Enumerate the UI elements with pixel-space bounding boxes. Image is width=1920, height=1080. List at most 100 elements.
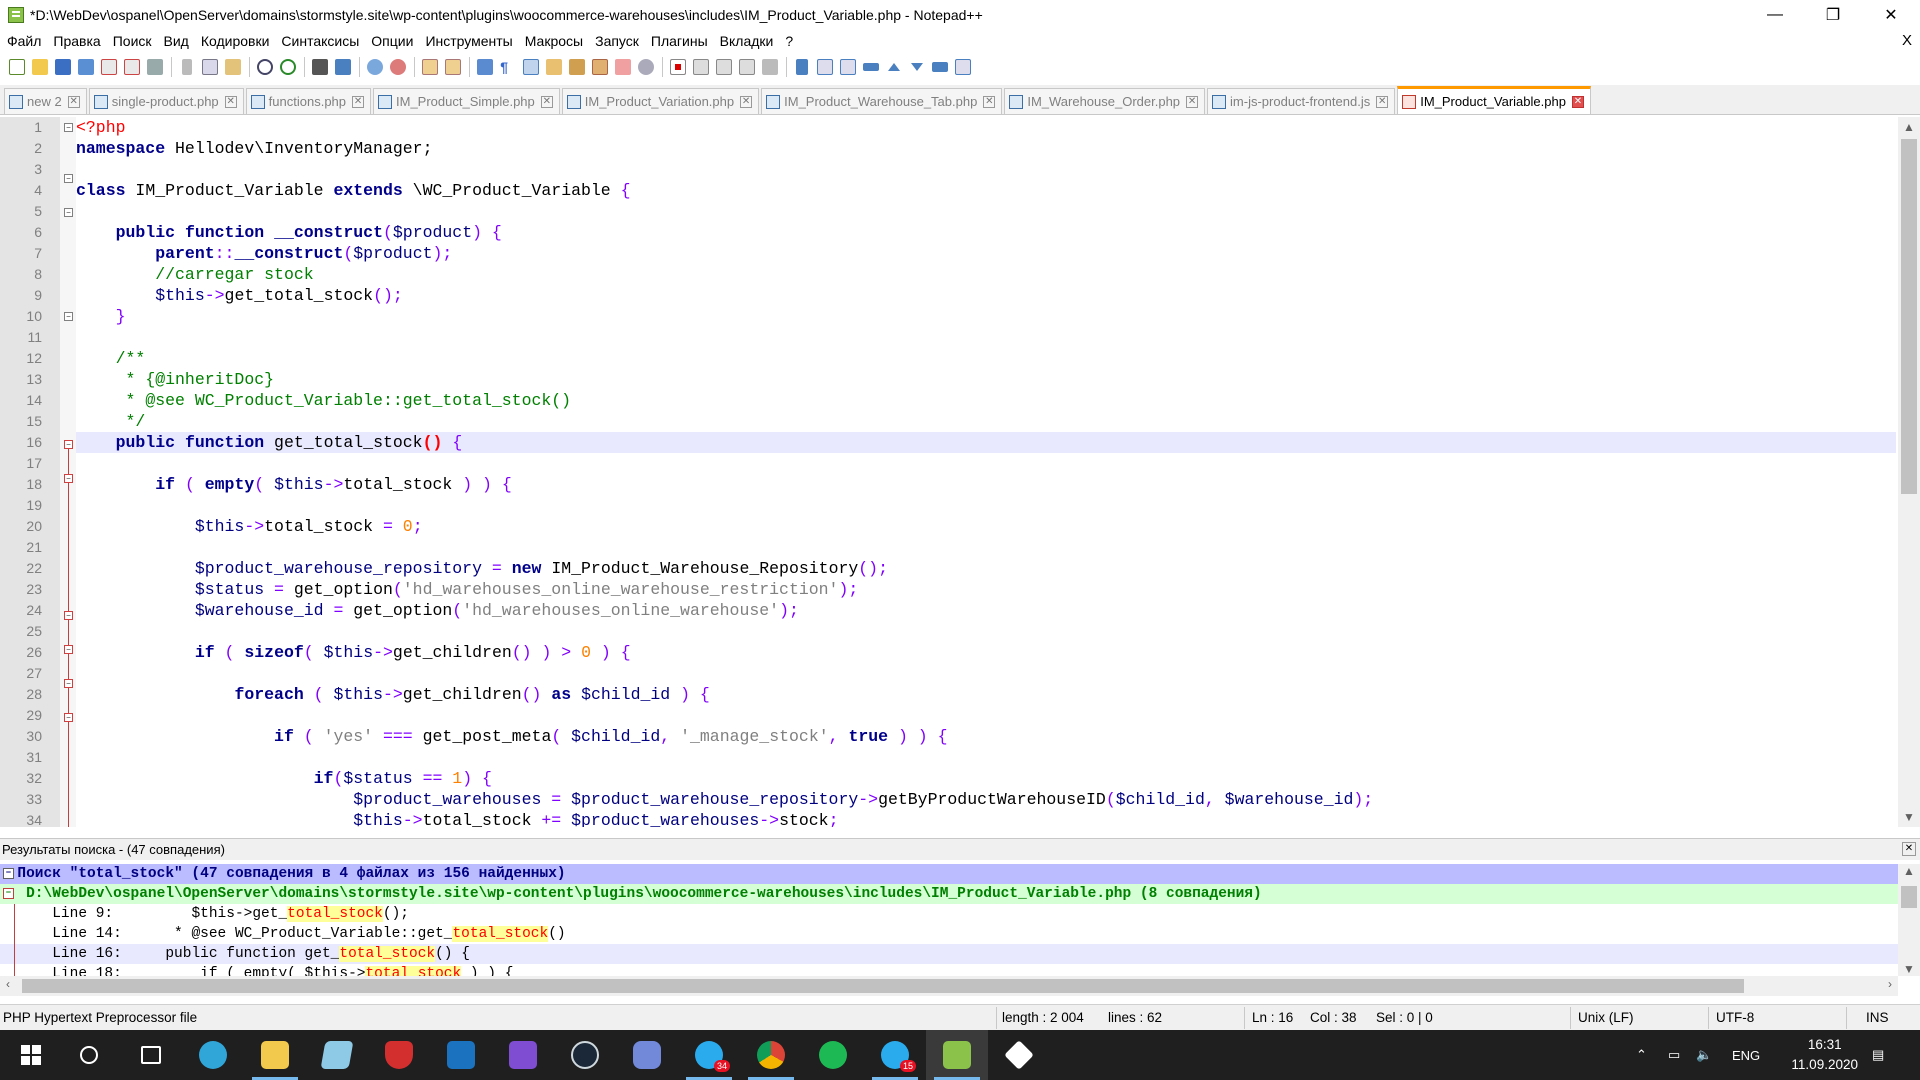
notepad-icon[interactable] bbox=[306, 1030, 368, 1080]
line-number[interactable]: 2 bbox=[0, 138, 42, 159]
line-number[interactable]: 11 bbox=[0, 327, 42, 348]
line-number[interactable]: 27 bbox=[0, 663, 42, 684]
telegram-icon[interactable]: 34 bbox=[678, 1030, 740, 1080]
plugin-4-icon[interactable] bbox=[860, 56, 882, 78]
search-hit-row[interactable]: Line 9: $this->get_total_stock(); bbox=[0, 904, 1898, 924]
fold-toggle[interactable]: − bbox=[64, 123, 73, 132]
play-macro-icon[interactable] bbox=[713, 56, 735, 78]
paste-icon[interactable] bbox=[222, 56, 244, 78]
discord-icon[interactable] bbox=[616, 1030, 678, 1080]
scroll-left-icon[interactable]: ‹ bbox=[6, 977, 10, 991]
tab-im-js-product-frontend[interactable]: im-js-product-frontend.js ✕ bbox=[1207, 88, 1396, 114]
line-number[interactable]: 14 bbox=[0, 390, 42, 411]
menu-language[interactable]: Синтаксисы bbox=[275, 33, 365, 49]
tab-im-product-variation[interactable]: IM_Product_Variation.php ✕ bbox=[561, 88, 760, 114]
fold-toggle[interactable]: − bbox=[64, 440, 73, 449]
plugin-1-icon[interactable] bbox=[791, 56, 813, 78]
affinity-designer-icon[interactable] bbox=[430, 1030, 492, 1080]
zoom-in-icon[interactable] bbox=[364, 56, 386, 78]
line-number[interactable]: 1 bbox=[0, 117, 42, 138]
scroll-down-icon[interactable]: ▼ bbox=[1898, 962, 1920, 976]
save-macro-icon[interactable] bbox=[759, 56, 781, 78]
line-number[interactable]: 30 bbox=[0, 726, 42, 747]
cut-icon[interactable] bbox=[176, 56, 198, 78]
taskbar-clock[interactable]: 16:31 11.09.2020 bbox=[1791, 1035, 1858, 1075]
print-icon[interactable] bbox=[144, 56, 166, 78]
search-hit-row[interactable]: Line 14: * @see WC_Product_Variable::get… bbox=[0, 924, 1898, 944]
menu-settings[interactable]: Опции bbox=[365, 33, 419, 49]
search-hit-row[interactable]: Line 18: if ( empty( $this->total_stock … bbox=[0, 964, 1898, 976]
down-icon[interactable] bbox=[906, 56, 928, 78]
find-icon[interactable] bbox=[309, 56, 331, 78]
line-number[interactable]: 24 bbox=[0, 600, 42, 621]
menu-plugins[interactable]: Плагины bbox=[645, 33, 714, 49]
telegram-2-icon[interactable]: 15 bbox=[864, 1030, 926, 1080]
line-number[interactable]: 17 bbox=[0, 453, 42, 474]
sync-v-icon[interactable] bbox=[419, 56, 441, 78]
line-number[interactable]: 32 bbox=[0, 768, 42, 789]
line-number[interactable]: 7 bbox=[0, 243, 42, 264]
save-icon[interactable] bbox=[52, 56, 74, 78]
stop-macro-icon[interactable] bbox=[690, 56, 712, 78]
results-vertical-scrollbar[interactable]: ▲ ▼ bbox=[1898, 864, 1920, 976]
collapse-icon[interactable]: − bbox=[3, 868, 14, 879]
steam-icon[interactable] bbox=[554, 1030, 616, 1080]
copy-icon[interactable] bbox=[199, 56, 221, 78]
volume-icon[interactable]: 🔈 bbox=[1696, 1030, 1712, 1080]
tab-im-product-warehouse-tab[interactable]: IM_Product_Warehouse_Tab.php ✕ bbox=[761, 88, 1003, 114]
tab-functions[interactable]: functions.php ✕ bbox=[245, 88, 372, 114]
line-number[interactable]: 20 bbox=[0, 516, 42, 537]
menu-tools[interactable]: Инструменты bbox=[419, 33, 518, 49]
line-number[interactable]: 10 bbox=[0, 306, 42, 327]
plugin-3-icon[interactable] bbox=[837, 56, 859, 78]
tab-close-icon[interactable]: ✕ bbox=[540, 95, 553, 108]
task-view-icon[interactable] bbox=[120, 1030, 182, 1080]
line-number[interactable]: 19 bbox=[0, 495, 42, 516]
zoom-out-icon[interactable] bbox=[387, 56, 409, 78]
fold-toggle[interactable]: − bbox=[64, 474, 73, 483]
indent-guide-icon[interactable] bbox=[520, 56, 542, 78]
line-number[interactable]: 4 bbox=[0, 180, 42, 201]
plugin-eye-icon[interactable] bbox=[635, 56, 657, 78]
line-number[interactable]: 22 bbox=[0, 558, 42, 579]
vpn-shield-icon[interactable] bbox=[368, 1030, 430, 1080]
line-number[interactable]: 28 bbox=[0, 684, 42, 705]
up-icon[interactable] bbox=[883, 56, 905, 78]
open-file-icon[interactable] bbox=[29, 56, 51, 78]
input-language[interactable]: ENG bbox=[1732, 1030, 1760, 1080]
menu-encoding[interactable]: Кодировки bbox=[195, 33, 276, 49]
fold-toggle[interactable]: − bbox=[64, 679, 73, 688]
code-editor-taskbar-icon[interactable] bbox=[988, 1030, 1050, 1080]
chrome-icon[interactable] bbox=[740, 1030, 802, 1080]
line-number[interactable]: 34 bbox=[0, 810, 42, 831]
line-number[interactable]: 8 bbox=[0, 264, 42, 285]
undo-icon[interactable] bbox=[254, 56, 276, 78]
plugin-5-icon[interactable] bbox=[929, 56, 951, 78]
edge-icon[interactable] bbox=[182, 1030, 244, 1080]
tab-single-product[interactable]: single-product.php ✕ bbox=[88, 88, 244, 114]
notepadpp-taskbar-icon[interactable] bbox=[926, 1030, 988, 1080]
line-number[interactable]: 25 bbox=[0, 621, 42, 642]
status-insert-mode[interactable]: INS bbox=[1866, 1010, 1889, 1025]
line-number[interactable]: 29 bbox=[0, 705, 42, 726]
scroll-right-icon[interactable]: › bbox=[1888, 977, 1892, 991]
scroll-up-icon[interactable]: ▲ bbox=[1898, 117, 1920, 137]
menu-file[interactable]: Файл bbox=[0, 33, 47, 49]
show-all-chars-icon[interactable]: ¶ bbox=[497, 56, 519, 78]
menu-view[interactable]: Вид bbox=[158, 33, 195, 49]
scrollbar-thumb[interactable] bbox=[1901, 139, 1917, 494]
line-number[interactable]: 3 bbox=[0, 159, 42, 180]
fold-toggle[interactable]: − bbox=[64, 611, 73, 620]
tab-close-icon[interactable]: ✕ bbox=[1376, 95, 1389, 108]
function-list-icon[interactable] bbox=[566, 56, 588, 78]
network-icon[interactable]: ▭ bbox=[1668, 1030, 1680, 1080]
fold-toggle[interactable]: − bbox=[64, 174, 73, 183]
sync-h-icon[interactable] bbox=[442, 56, 464, 78]
minimize-button[interactable]: — bbox=[1746, 0, 1804, 29]
tab-close-icon[interactable]: ✕ bbox=[1186, 95, 1199, 108]
doc-map-icon[interactable] bbox=[543, 56, 565, 78]
fold-toggle[interactable]: − bbox=[64, 208, 73, 217]
scroll-down-icon[interactable]: ▼ bbox=[1898, 807, 1920, 827]
collapse-icon[interactable]: − bbox=[3, 888, 14, 899]
run-macro-multiple-icon[interactable] bbox=[736, 56, 758, 78]
